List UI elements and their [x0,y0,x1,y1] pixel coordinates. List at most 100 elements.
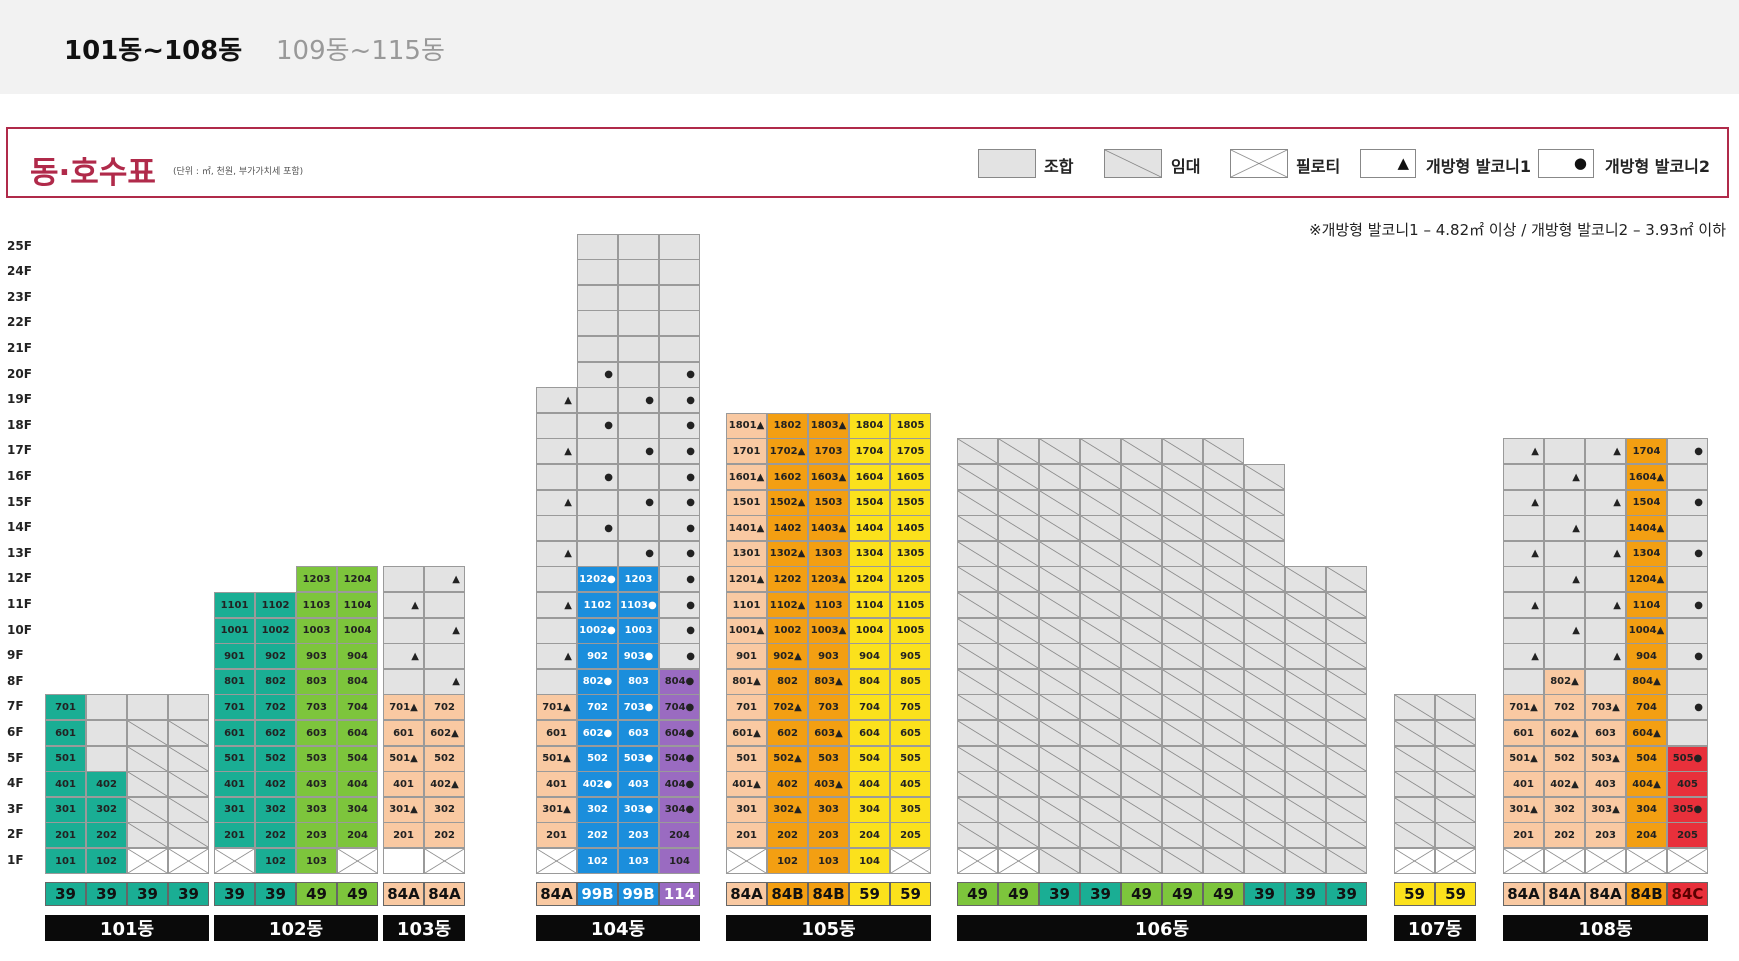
floor-label: 16F [7,469,32,483]
rental-cell [1080,848,1121,875]
member-unit-cell: ▲ [536,489,577,516]
rental-cell [1203,745,1244,772]
rental-cell [1285,592,1326,619]
unit-cell: 602▲ [424,720,465,747]
rental-cell [957,489,998,516]
unit-cell: 1605 [890,464,931,491]
floor-label: 18F [7,417,32,432]
unit-cell: 102 [255,848,296,875]
unit-cell: 1702▲ [767,438,808,465]
rental-cell [998,617,1039,644]
member-unit-cell [577,387,618,414]
unit-cell: 1102 [577,592,618,619]
unit-cell: 203 [808,822,849,849]
rental-cell [1244,643,1285,670]
unit-cell: 202 [424,822,465,849]
member-unit-cell [659,336,700,363]
member-unit-cell [577,259,618,286]
rental-cell [1162,515,1203,542]
unit-cell: 601 [1503,720,1544,747]
unit-cell: 503● [618,745,659,772]
member-unit-cell [86,720,127,747]
unit-cell: 1104 [337,592,378,619]
floor-label: 12F [7,571,32,586]
rental-cell [1080,438,1121,465]
unit-size-label: 84A [536,882,577,906]
member-unit-cell [536,566,577,593]
unit-cell: 1101 [214,592,255,619]
unit-cell: 804▲ [1626,668,1667,695]
legend-x-swatch [1230,149,1288,178]
rental-cell [1203,796,1244,823]
unit-cell: 1205 [890,566,931,593]
unit-size-label: 39 [45,882,86,906]
building-tab-bar: 101동~108동 109동~115동 [0,0,1739,94]
member-unit-cell [536,515,577,542]
rental-cell [998,822,1039,849]
rental-cell [127,720,168,747]
member-unit-cell [1585,617,1626,644]
member-unit-cell: ● [618,489,659,516]
rental-cell [998,771,1039,798]
member-unit-cell: ● [659,412,700,439]
floor-label: 15F [7,494,32,509]
unit-cell: 301▲ [383,796,424,823]
unit-size-label: 84A [1544,882,1585,906]
unit-cell: 1502▲ [767,489,808,516]
unit-cell: 102 [577,848,618,875]
rental-cell [168,822,209,849]
unit-cell: 402▲ [1544,771,1585,798]
rental-cell [1244,464,1285,491]
rental-cell [1203,848,1244,875]
floor-label: 7F [7,699,24,714]
unit-size-label: 49 [957,882,998,906]
unit-cell: 202 [1544,822,1585,849]
rental-cell [1121,668,1162,695]
rental-cell [1326,694,1367,721]
unit-cell: 1301 [726,540,767,567]
member-unit-cell [577,438,618,465]
unit-cell: 701 [214,694,255,721]
member-unit-cell [1503,617,1544,644]
member-unit-cell [383,566,424,593]
unit-cell: 1703 [808,438,849,465]
unit-size-label: 39 [214,882,255,906]
unit-cell: 601 [536,720,577,747]
rental-cell [1203,515,1244,542]
unit-cell: 701▲ [1503,694,1544,721]
member-unit-cell: ▲ [1585,489,1626,516]
unit-cell: 1403▲ [808,515,849,542]
member-unit-cell [1544,438,1585,465]
unit-cell: 1304 [849,540,890,567]
piloti-cell [1544,848,1585,875]
unit-cell: 502 [255,745,296,772]
rental-cell [1039,694,1080,721]
member-unit-cell [659,310,700,337]
rental-cell [1326,745,1367,772]
rental-cell [1039,668,1080,695]
legend-dot-swatch: ● [1538,149,1594,178]
rental-cell [998,720,1039,747]
rental-cell [998,464,1039,491]
unit-size-label: 84A [726,882,767,906]
tab-109-115[interactable]: 109동~115동 [276,30,445,67]
rental-cell [1244,592,1285,619]
unit-cell: 804● [659,668,700,695]
rental-cell [1162,745,1203,772]
unit-cell: 604 [337,720,378,747]
unit-cell: 1102▲ [767,592,808,619]
rental-cell [1326,617,1367,644]
unit-size-label: 39 [168,882,209,906]
rental-cell [1080,745,1121,772]
rental-cell [1394,694,1435,721]
unit-cell: 504 [1626,745,1667,772]
member-unit-cell [1544,489,1585,516]
unit-cell: 1801▲ [726,412,767,439]
legend-label: 조합 [1044,157,1074,176]
rental-cell [1121,720,1162,747]
tab-101-108[interactable]: 101동~108동 [64,30,242,67]
member-unit-cell: ● [618,387,659,414]
rental-cell [1039,540,1080,567]
unit-cell: 1001▲ [726,617,767,644]
member-unit-cell [1667,668,1708,695]
